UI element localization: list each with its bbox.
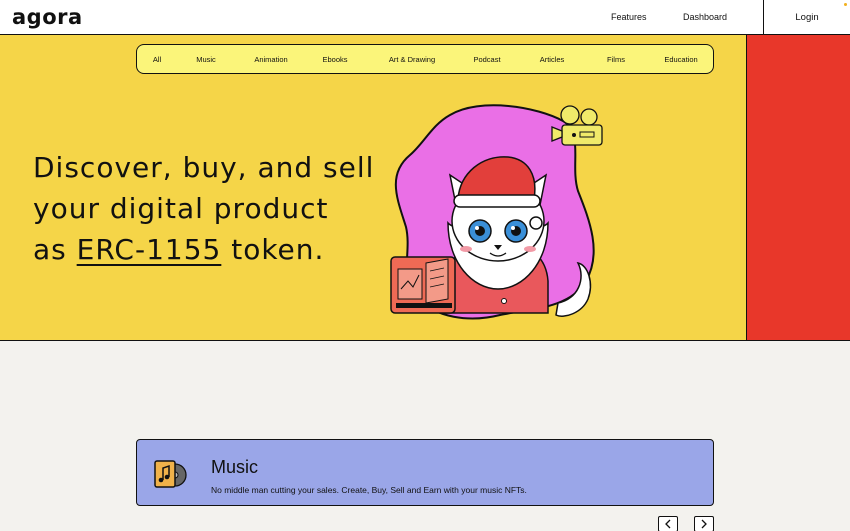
notification-dot	[844, 3, 847, 6]
category-all[interactable]: All	[153, 55, 161, 64]
category-films[interactable]: Films	[607, 55, 625, 64]
cat-left-eye-shine	[475, 226, 479, 230]
nav-dashboard-link[interactable]: Dashboard	[683, 12, 727, 22]
category-animation[interactable]: Animation	[254, 55, 287, 64]
agora-logo[interactable]: agora	[12, 5, 83, 29]
category-articles[interactable]: Articles	[540, 55, 565, 64]
hero-section: All Music Animation Ebooks Art & Drawing…	[0, 35, 746, 341]
category-education[interactable]: Education	[664, 55, 697, 64]
book-icon	[390, 256, 456, 314]
category-ebooks[interactable]: Ebooks	[322, 55, 347, 64]
category-bar: All Music Animation Ebooks Art & Drawing…	[136, 44, 714, 74]
headline-prefix: as	[33, 233, 77, 266]
headline-line-2: your digital product	[33, 192, 329, 225]
hero-headline: Discover, buy, and sell your digital pro…	[33, 147, 374, 270]
santa-hat-pom	[529, 216, 543, 230]
santa-hat-band	[453, 194, 541, 208]
music-card-title: Music	[211, 457, 259, 477]
carousel-next-button[interactable]	[694, 516, 714, 531]
coat-button	[501, 298, 507, 304]
cat-right-eye-shine	[511, 226, 515, 230]
top-header: agora Features Dashboard Login	[0, 0, 850, 35]
headline-line-3: as ERC-1155 token.	[33, 229, 374, 270]
login-button[interactable]: Login	[763, 0, 850, 35]
music-album-icon	[154, 460, 187, 488]
cat-santa-illustration	[390, 104, 603, 320]
erc-token-link[interactable]: ERC-1155	[77, 233, 222, 266]
category-art-drawing[interactable]: Art & Drawing	[389, 55, 435, 64]
carousel-prev-button[interactable]	[658, 516, 678, 531]
nav-features-link[interactable]: Features	[611, 12, 647, 22]
headline-suffix: token.	[221, 233, 325, 266]
cat-left-cheek	[460, 246, 472, 252]
chevron-left-icon	[665, 519, 671, 529]
cat-right-cheek	[524, 246, 536, 252]
hero-side-panel	[746, 35, 850, 341]
category-music[interactable]: Music	[196, 55, 216, 64]
headline-line-1: Discover, buy, and sell	[33, 151, 375, 184]
music-card-description: No middle man cutting your sales. Create…	[211, 485, 527, 495]
category-podcast[interactable]: Podcast	[473, 55, 500, 64]
chevron-right-icon	[701, 519, 707, 529]
music-category-card[interactable]: Music No middle man cutting your sales. …	[136, 439, 714, 506]
